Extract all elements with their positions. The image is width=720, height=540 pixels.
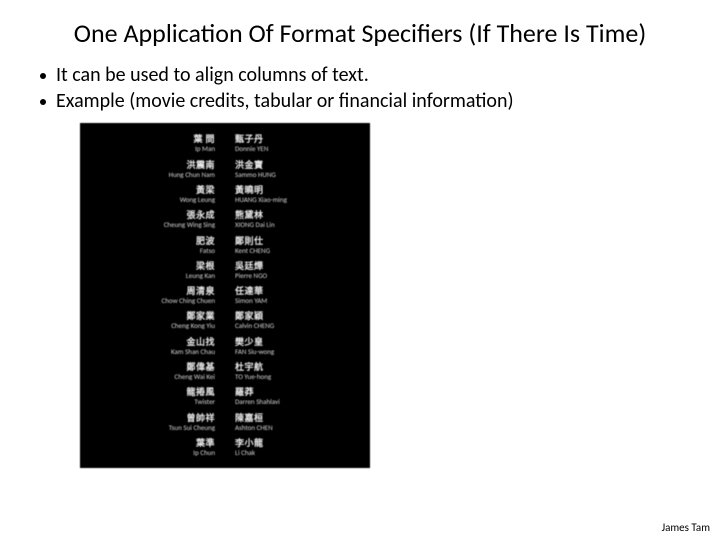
bullet-dot-icon (40, 73, 46, 79)
credit-right: 李小龍Li Chak (225, 439, 370, 456)
credit-right: 黃曉明HUANG Xiao-ming (225, 186, 370, 203)
credit-row: 梁根Leung Kan吳廷燁Pierre NGO (80, 262, 370, 279)
slide: One Application Of Format Specifiers (If… (0, 0, 720, 540)
credits-image-wrap: 葉 問Ip Man甄子丹Donnie YEN洪震南Hung Chun Nam洪金… (80, 123, 690, 468)
credit-row: 龍捲風Twister羅莽Darren Shahlavi (80, 388, 370, 405)
slide-title: One Application Of Format Specifiers (If… (70, 18, 650, 49)
credit-left: 梁根Leung Kan (80, 262, 225, 279)
credit-right: 杜宇航TO Yue-hong (225, 363, 370, 380)
bullet-text: Example (movie credits, tabular or finan… (56, 89, 514, 113)
credit-left: 黃梁Wong Leung (80, 186, 225, 203)
credit-right: 陳嘉桓Ashton CHEN (225, 414, 370, 431)
credit-left: 葉 問Ip Man (80, 135, 225, 152)
bullet-list: It can be used to align columns of text.… (40, 63, 690, 113)
credit-right: 任達華Simon YAM (225, 287, 370, 304)
credit-row: 肥波Fatso鄭則仕Kent CHENG (80, 237, 370, 254)
credit-left: 龍捲風Twister (80, 388, 225, 405)
credit-left: 曾帥祥Tsun Sui Cheung (80, 414, 225, 431)
credit-right: 樊少皇FAN Siu-wong (225, 338, 370, 355)
credit-row: 葉 問Ip Man甄子丹Donnie YEN (80, 135, 370, 152)
credit-row: 洪震南Hung Chun Nam洪金寶Sammo HUNG (80, 161, 370, 178)
credit-left: 肥波Fatso (80, 237, 225, 254)
credit-left: 周清泉Chow Ching Chuen (80, 287, 225, 304)
credit-row: 周清泉Chow Ching Chuen任達華Simon YAM (80, 287, 370, 304)
credit-row: 葉準Ip Chun李小龍Li Chak (80, 439, 370, 456)
credit-right: 鄭則仕Kent CHENG (225, 237, 370, 254)
bullet-dot-icon (40, 99, 46, 105)
credit-row: 金山找Kam Shan Chau樊少皇FAN Siu-wong (80, 338, 370, 355)
credit-left: 張永成Cheung Wing Sing (80, 211, 225, 228)
credit-row: 曾帥祥Tsun Sui Cheung陳嘉桓Ashton CHEN (80, 414, 370, 431)
credit-row: 鄭家業Cheng Kong Yiu鄭家穎Calvin CHENG (80, 312, 370, 329)
credit-right: 甄子丹Donnie YEN (225, 135, 370, 152)
credit-right: 鄭家穎Calvin CHENG (225, 312, 370, 329)
bullet-item: It can be used to align columns of text. (40, 63, 690, 87)
credit-right: 洪金寶Sammo HUNG (225, 161, 370, 178)
credit-left: 鄭家業Cheng Kong Yiu (80, 312, 225, 329)
credit-right: 吳廷燁Pierre NGO (225, 262, 370, 279)
footer-author: James Tam (662, 521, 710, 534)
movie-credits-image: 葉 問Ip Man甄子丹Donnie YEN洪震南Hung Chun Nam洪金… (80, 123, 370, 468)
credit-left: 葉準Ip Chun (80, 439, 225, 456)
bullet-text: It can be used to align columns of text. (56, 63, 369, 87)
credit-left: 鄭偉基Cheng Wai Kei (80, 363, 225, 380)
credit-row: 鄭偉基Cheng Wai Kei杜宇航TO Yue-hong (80, 363, 370, 380)
credit-row: 黃梁Wong Leung黃曉明HUANG Xiao-ming (80, 186, 370, 203)
credit-right: 羅莽Darren Shahlavi (225, 388, 370, 405)
credit-left: 金山找Kam Shan Chau (80, 338, 225, 355)
credit-left: 洪震南Hung Chun Nam (80, 161, 225, 178)
credit-right: 熊黛林XIONG Dai Lin (225, 211, 370, 228)
bullet-item: Example (movie credits, tabular or finan… (40, 89, 690, 113)
credit-row: 張永成Cheung Wing Sing熊黛林XIONG Dai Lin (80, 211, 370, 228)
